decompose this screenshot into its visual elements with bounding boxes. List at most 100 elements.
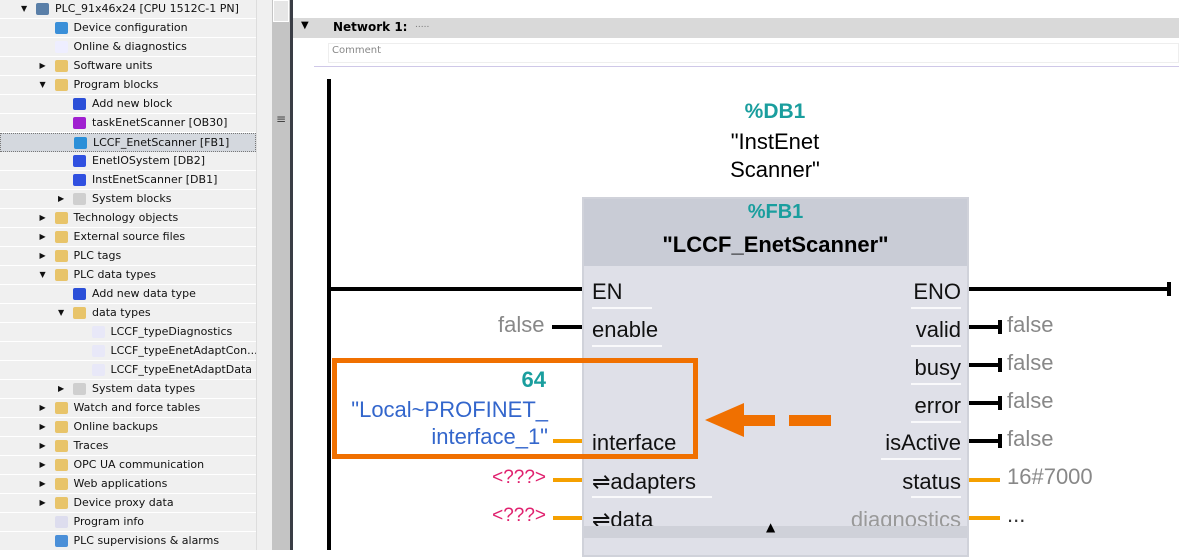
tree-item[interactable]: ▶ PLC tags bbox=[0, 247, 256, 266]
expand-right-icon[interactable]: ▶ bbox=[40, 399, 46, 417]
tree-item[interactable]: ▶ OPC UA communication bbox=[0, 456, 256, 475]
pin-en[interactable]: EN bbox=[592, 279, 623, 305]
data-value[interactable]: <???> bbox=[460, 505, 546, 527]
diagnostics-value[interactable]: ... bbox=[1007, 502, 1025, 528]
tree-item-label: Device proxy data bbox=[73, 496, 174, 509]
tree-item[interactable]: Add new data type bbox=[0, 285, 256, 304]
valid-value[interactable]: false bbox=[1007, 312, 1053, 338]
expand-down-icon[interactable]: ▼ bbox=[40, 266, 46, 284]
eno-wire bbox=[969, 287, 1170, 291]
pin-error[interactable]: error bbox=[915, 393, 961, 419]
network-title: Network 1: bbox=[333, 20, 408, 34]
expand-right-icon[interactable]: ▶ bbox=[40, 228, 46, 246]
interface-value[interactable]: 64 bbox=[380, 367, 546, 393]
tree-item[interactable]: ▼ data types bbox=[0, 304, 256, 323]
panel-divider[interactable] bbox=[290, 0, 293, 550]
tree-item-label: Watch and force tables bbox=[73, 401, 201, 414]
arrow-annotation-icon bbox=[705, 403, 831, 437]
tree-item[interactable]: Online & diagnostics bbox=[0, 38, 256, 57]
tree-item[interactable]: Device configuration bbox=[0, 19, 256, 38]
tree-item-label: Device configuration bbox=[73, 21, 188, 34]
alarms-icon bbox=[54, 535, 68, 547]
collapse-triangle-icon[interactable]: ▼ bbox=[301, 20, 309, 31]
pin-status[interactable]: status bbox=[902, 469, 961, 495]
status-wire bbox=[969, 478, 1000, 482]
interface-tag-2[interactable]: interface_1" bbox=[340, 424, 548, 450]
tree-item[interactable]: ▶ Technology objects bbox=[0, 209, 256, 228]
tree-item[interactable]: ▶ Device proxy data bbox=[0, 494, 256, 513]
adapters-value[interactable]: <???> bbox=[460, 467, 546, 489]
tree-gutter bbox=[256, 0, 272, 550]
folder-icon bbox=[54, 421, 68, 433]
tree-item-label: PLC supervisions & alarms bbox=[73, 534, 220, 547]
expand-right-icon[interactable]: ▶ bbox=[40, 57, 46, 75]
network-title-field[interactable]: ..... bbox=[415, 20, 429, 30]
busy-value[interactable]: false bbox=[1007, 350, 1053, 376]
tree-item[interactable]: ▶ Traces bbox=[0, 437, 256, 456]
tree-item[interactable]: Program info bbox=[0, 513, 256, 532]
folder-icon bbox=[54, 60, 68, 72]
expand-right-icon[interactable]: ▶ bbox=[40, 418, 46, 436]
pin-valid[interactable]: valid bbox=[916, 317, 961, 343]
network-header[interactable]: ▼ Network 1: ..... bbox=[293, 18, 1179, 38]
expand-right-icon[interactable]: ▶ bbox=[40, 437, 46, 455]
pin-isactive[interactable]: isActive bbox=[885, 430, 961, 456]
tree-item[interactable]: ▶ System blocks bbox=[0, 190, 256, 209]
ob-icon bbox=[73, 117, 86, 129]
isactive-value[interactable]: false bbox=[1007, 426, 1053, 452]
tree-item[interactable]: ▼ PLC_91x46x24 [CPU 1512C-1 PN] bbox=[0, 0, 256, 19]
expand-right-icon[interactable]: ▶ bbox=[58, 380, 64, 398]
fb-icon bbox=[74, 137, 87, 149]
block-expand-bar[interactable]: ▲ bbox=[584, 520, 967, 538]
tree-item[interactable]: LCCF_typeEnetAdaptData bbox=[0, 361, 256, 380]
tree-item-label: External source files bbox=[73, 230, 186, 243]
tree-item[interactable]: LCCF_EnetScanner [FB1] bbox=[0, 133, 256, 152]
tree-item[interactable]: ▶ External source files bbox=[0, 228, 256, 247]
instance-db-name-2[interactable]: Scanner" bbox=[675, 157, 875, 183]
tree-item[interactable]: Add new block bbox=[0, 95, 256, 114]
expand-right-icon[interactable]: ▶ bbox=[40, 247, 46, 265]
block-header: %FB1 "LCCF_EnetScanner" bbox=[584, 199, 967, 266]
tree-item[interactable]: ▼ Program blocks bbox=[0, 76, 256, 95]
tree-item[interactable]: ▶ System data types bbox=[0, 380, 256, 399]
interface-tag-1[interactable]: "Local~PROFINET_ bbox=[340, 397, 548, 423]
expand-triangle-icon[interactable]: ▲ bbox=[766, 520, 775, 534]
tree-item[interactable]: ▶ Watch and force tables bbox=[0, 399, 256, 418]
expand-down-icon[interactable]: ▼ bbox=[21, 0, 27, 18]
instance-db-address[interactable]: %DB1 bbox=[675, 100, 875, 124]
scrollbar-thumb[interactable] bbox=[273, 0, 289, 22]
instance-db-name-1[interactable]: "InstEnet bbox=[675, 129, 875, 155]
tree-item[interactable]: taskEnetScanner [OB30] bbox=[0, 114, 256, 133]
pin-enable[interactable]: enable bbox=[592, 317, 658, 343]
enable-value[interactable]: false bbox=[498, 312, 544, 338]
pin-busy[interactable]: busy bbox=[915, 355, 961, 381]
folder-icon bbox=[54, 459, 68, 471]
pin-eno[interactable]: ENO bbox=[913, 279, 961, 305]
tree-item-label: PLC_91x46x24 [CPU 1512C-1 PN] bbox=[55, 2, 239, 15]
tree-item[interactable]: ▶ Software units bbox=[0, 57, 256, 76]
menu-icon[interactable]: ≡ bbox=[276, 112, 286, 126]
expand-right-icon[interactable]: ▶ bbox=[40, 456, 46, 474]
scrollbar[interactable] bbox=[272, 0, 290, 550]
db-icon bbox=[73, 155, 86, 167]
tree-item[interactable]: PLC supervisions & alarms bbox=[0, 532, 256, 550]
tree-item[interactable]: LCCF_typeDiagnostics bbox=[0, 323, 256, 342]
expand-right-icon[interactable]: ▶ bbox=[40, 475, 46, 493]
status-value[interactable]: 16#7000 bbox=[1007, 464, 1093, 490]
expand-down-icon[interactable]: ▼ bbox=[40, 76, 46, 94]
expand-right-icon[interactable]: ▶ bbox=[40, 209, 46, 227]
expand-right-icon[interactable]: ▶ bbox=[40, 494, 46, 512]
error-value[interactable]: false bbox=[1007, 388, 1053, 414]
udt-icon bbox=[91, 364, 105, 376]
block-name: "LCCF_EnetScanner" bbox=[662, 232, 889, 257]
tree-item[interactable]: ▶ Web applications bbox=[0, 475, 256, 494]
pin-adapters[interactable]: ⇌adapters bbox=[592, 469, 696, 495]
tree-item[interactable]: EnetIOSystem [DB2] bbox=[0, 152, 256, 171]
network-comment-field[interactable]: Comment bbox=[328, 43, 1179, 63]
expand-down-icon[interactable]: ▼ bbox=[58, 304, 64, 322]
tree-item[interactable]: LCCF_typeEnetAdaptCon... bbox=[0, 342, 256, 361]
tree-item[interactable]: InstEnetScanner [DB1] bbox=[0, 171, 256, 190]
expand-right-icon[interactable]: ▶ bbox=[58, 190, 64, 208]
tree-item[interactable]: ▶ Online backups bbox=[0, 418, 256, 437]
tree-item[interactable]: ▼ PLC data types bbox=[0, 266, 256, 285]
